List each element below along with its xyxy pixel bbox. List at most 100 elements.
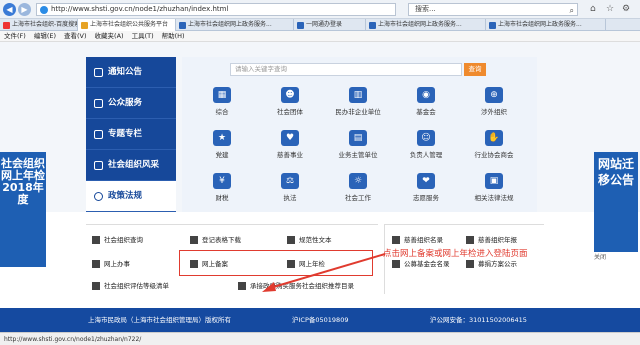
worker-icon: ☼ <box>349 173 367 189</box>
banner-close-link[interactable]: 关闭 <box>594 252 606 261</box>
cell-supervisors[interactable]: ▤ 业务主管单位 <box>326 126 390 163</box>
status-bar: http://www.shsti.gov.cn/node1/zhuzhan/n7… <box>0 332 640 345</box>
link-form-download[interactable]: 登记表格下载 <box>190 234 241 244</box>
site-icon <box>369 21 376 29</box>
cell-general[interactable]: ▦ 综合 <box>190 83 254 120</box>
forward-icon[interactable]: ▶ <box>18 3 31 16</box>
annual-inspection-banner[interactable]: 社会组织网上年检 2018年度 <box>0 152 46 267</box>
menu-edit[interactable]: 编辑(E) <box>34 31 56 41</box>
site-search-button[interactable]: 查询 <box>464 63 486 76</box>
link-public-foundations[interactable]: 公募基金会名录 <box>392 258 450 268</box>
link-org-query[interactable]: 社会组织查询 <box>92 234 143 244</box>
browser-search-placeholder: 搜索... <box>415 5 436 13</box>
cell-foundations[interactable]: ◉ 基金会 <box>394 83 458 120</box>
link-rating-list[interactable]: 社会组织评估等级清单 <box>92 280 169 290</box>
footer-icp[interactable]: 沪ICP备05019809 <box>292 308 348 332</box>
yuan-icon: ¥ <box>213 173 231 189</box>
globe-icon: ⊕ <box>485 87 503 103</box>
party-icon: ★ <box>213 130 231 146</box>
nav-showcase[interactable]: 社会组织风采 <box>86 150 176 181</box>
list-icon <box>238 282 246 290</box>
nav-notices[interactable]: 通知公告 <box>86 57 176 88</box>
search-icon[interactable]: ⌕ <box>570 5 574 16</box>
user-icon <box>94 99 103 108</box>
url-text: http://www.shsti.gov.cn/node1/zhuzhan/in… <box>51 5 229 13</box>
link-charity-reports[interactable]: 慈善组织年报 <box>466 234 517 244</box>
link-standard-texts[interactable]: 规范性文本 <box>287 234 332 244</box>
building-icon: ▥ <box>349 87 367 103</box>
cell-social-groups[interactable]: ☻ 社会团体 <box>258 83 322 120</box>
cell-private-nonenterprise[interactable]: ▥ 民办非企业单位 <box>326 83 390 120</box>
cell-foreign[interactable]: ⊕ 涉外组织 <box>462 83 526 120</box>
cell-volunteer[interactable]: ❤ 志愿服务 <box>394 169 458 206</box>
page-content: 通知公告 公众服务 专题专栏 社会组织风采 政策法规 请输入关键字查询 查询 ▦… <box>0 42 640 332</box>
back-icon[interactable]: ◀ <box>3 3 16 16</box>
site-icon <box>179 21 186 29</box>
cell-social-work[interactable]: ☼ 社会工作 <box>326 169 390 206</box>
tab-platform[interactable]: 上海市社会组织公共服务平台 <box>78 19 176 31</box>
left-nav: 通知公告 公众服务 专题专栏 社会组织风采 政策法规 <box>86 57 176 212</box>
site-footer: 上海市民政局（上海市社会组织管理局）版权所有 沪ICP备05019809 沪公网… <box>0 308 640 332</box>
home-icon[interactable]: ⌂ <box>590 4 596 14</box>
cell-leaders[interactable]: ☺ 负责人管理 <box>394 126 458 163</box>
user-icon: ☺ <box>417 130 435 146</box>
coins-icon <box>392 260 400 268</box>
cell-party[interactable]: ★ 党建 <box>190 126 254 163</box>
heart-icon: ♥ <box>281 130 299 146</box>
bell-icon <box>94 68 103 77</box>
coins-icon: ◉ <box>417 87 435 103</box>
cell-laws[interactable]: ▣ 相关法律法规 <box>462 169 526 206</box>
link-fundraising-plans[interactable]: 募捐方案公示 <box>466 258 517 268</box>
calendar-icon <box>92 236 100 244</box>
link-online-service[interactable]: 网上办事 <box>92 258 130 268</box>
nav-public-service[interactable]: 公众服务 <box>86 88 176 119</box>
cell-enforcement[interactable]: ⚖ 执法 <box>258 169 322 206</box>
migration-notice-banner[interactable]: 网站迁移公告 <box>594 152 638 252</box>
tab-gov-1[interactable]: 上海市社会组织网上政务服务... <box>176 19 294 31</box>
tab-gov-3[interactable]: 上海市社会组织网上政务服务... <box>486 19 606 31</box>
menu-favorites[interactable]: 收藏夹(A) <box>95 31 124 41</box>
cell-tax[interactable]: ¥ 财税 <box>190 169 254 206</box>
document-icon <box>287 236 295 244</box>
document-icon <box>392 236 400 244</box>
site-icon <box>297 21 304 29</box>
cell-charity[interactable]: ♥ 慈善事业 <box>258 126 322 163</box>
gear-icon[interactable]: ⚙ <box>622 4 630 14</box>
download-icon <box>190 236 198 244</box>
url-field[interactable]: http://www.shsti.gov.cn/node1/zhuzhan/in… <box>36 3 396 16</box>
site-icon <box>489 21 496 29</box>
book-icon: ▣ <box>485 173 503 189</box>
speaker-icon <box>94 192 103 201</box>
link-charity-directory[interactable]: 慈善组织名录 <box>392 234 443 244</box>
document-icon <box>92 260 100 268</box>
tab-login[interactable]: 一网通办登录 <box>294 19 366 31</box>
volunteer-icon: ❤ <box>417 173 435 189</box>
gavel-icon: ⚖ <box>281 173 299 189</box>
folder-icon <box>94 130 103 139</box>
nav-topics[interactable]: 专题专栏 <box>86 119 176 150</box>
nav-policies[interactable]: 政策法规 <box>86 181 176 212</box>
image-icon <box>94 161 103 170</box>
tab-strip: 上海市社会组织-百度搜索 上海市社会组织公共服务平台 上海市社会组织网上政务服务… <box>0 19 640 31</box>
menu-file[interactable]: 文件(F) <box>4 31 26 41</box>
site-icon <box>81 21 88 29</box>
handshake-icon: ✋ <box>485 130 503 146</box>
menu-view[interactable]: 查看(V) <box>64 31 87 41</box>
site-search-input[interactable]: 请输入关键字查询 <box>230 63 462 76</box>
grid-icon: ▦ <box>213 87 231 103</box>
menu-bar: 文件(F) 编辑(E) 查看(V) 收藏夹(A) 工具(T) 帮助(H) <box>0 31 640 42</box>
ie-icon <box>40 6 48 14</box>
cell-associations[interactable]: ✋ 行业协会商会 <box>462 126 526 163</box>
tab-gov-2[interactable]: 上海市社会组织网上政务服务... <box>366 19 486 31</box>
baidu-icon <box>3 21 10 29</box>
people-icon: ☻ <box>281 87 299 103</box>
annotation-callout: 点击网上备案或网上年检进入登陆页面 <box>383 249 528 259</box>
megaphone-icon <box>466 260 474 268</box>
footer-police[interactable]: 沪公网安备：31011502006415 <box>430 308 527 332</box>
annotation-arrow <box>262 253 386 292</box>
favorites-icon[interactable]: ☆ <box>606 4 614 14</box>
browser-search-input[interactable]: 搜索... ⌕ <box>408 3 578 16</box>
menu-help[interactable]: 帮助(H) <box>162 31 185 41</box>
menu-tools[interactable]: 工具(T) <box>132 31 154 41</box>
tab-baidu[interactable]: 上海市社会组织-百度搜索 <box>0 19 78 31</box>
